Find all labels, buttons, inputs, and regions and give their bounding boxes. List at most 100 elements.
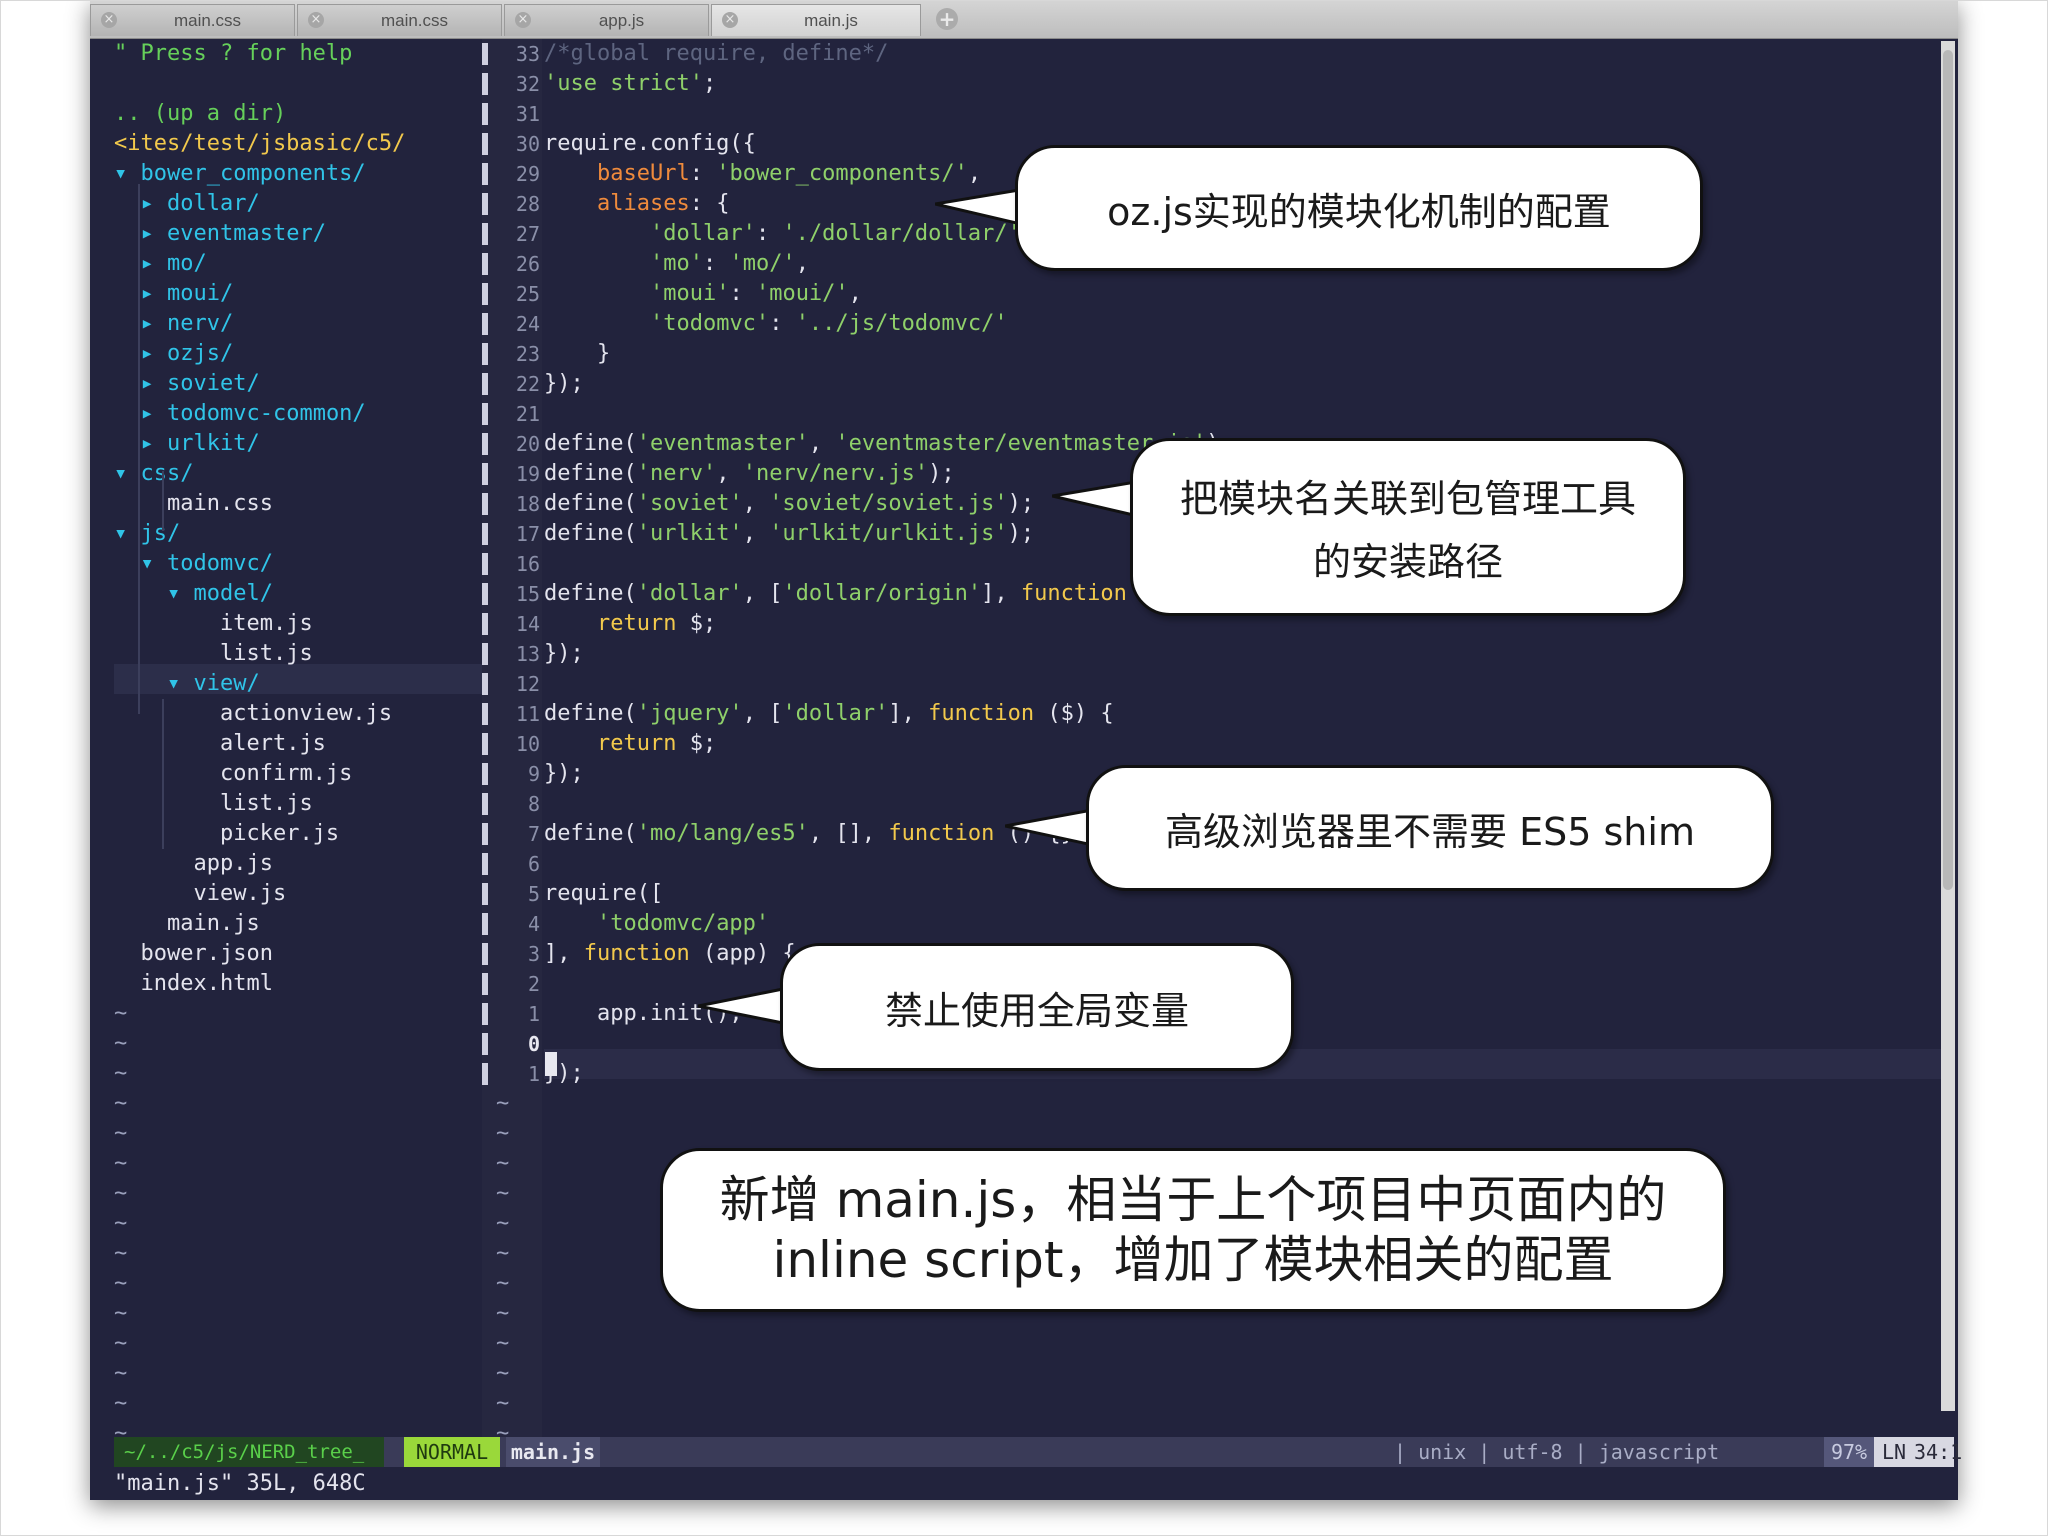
empty-line-marker: ~ xyxy=(496,1391,510,1416)
tree-directory[interactable]: ▾ css/ xyxy=(114,459,193,489)
code-text: : xyxy=(769,311,796,336)
tree-item[interactable]: picker.js xyxy=(114,819,339,849)
code-text: , [ xyxy=(742,701,783,726)
code-line[interactable]: 'todomvc': '../js/todomvc/' xyxy=(544,309,1008,339)
tree-label: actionview.js xyxy=(219,701,393,726)
tree-directory[interactable]: ▸ urlkit/ xyxy=(114,429,260,459)
tree-directory[interactable]: ▸ eventmaster/ xyxy=(114,219,326,249)
code-line[interactable]: require.config({ xyxy=(544,129,756,159)
triangle-right-icon: ▸ xyxy=(140,401,167,426)
triangle-down-icon: ▾ xyxy=(166,581,194,606)
code-line[interactable]: baseUrl: 'bower_components/', xyxy=(544,159,981,189)
line-number: 10 xyxy=(515,732,540,756)
code-line[interactable]: 'use strict'; xyxy=(544,69,716,99)
code-line[interactable]: aliases: { xyxy=(544,189,729,219)
tree-label: app.js xyxy=(193,851,273,876)
close-icon[interactable]: × xyxy=(722,12,738,28)
tab-main-css-2[interactable]: × main.css xyxy=(297,4,502,36)
gutter-marker xyxy=(482,403,488,425)
tree-directory[interactable]: ▸ mo/ xyxy=(114,249,207,279)
tree-item[interactable]: confirm.js xyxy=(114,759,352,789)
line-number: 1 xyxy=(527,1002,540,1026)
tree-item[interactable]: main.js xyxy=(114,909,260,939)
file-name: main.js xyxy=(506,1437,600,1467)
tab-main-js[interactable]: × main.js xyxy=(711,4,921,36)
code-line[interactable]: define('urlkit', 'urlkit/urlkit.js'); xyxy=(544,519,1034,549)
line-number: 8 xyxy=(527,792,540,816)
tree-directory[interactable]: ▸ soviet/ xyxy=(114,369,260,399)
gutter-marker xyxy=(482,823,488,845)
tab-main-css-1[interactable]: × main.css xyxy=(90,4,295,36)
tree-directory[interactable]: ▸ moui/ xyxy=(114,279,234,309)
code-line[interactable]: define('soviet', 'soviet/soviet.js'); xyxy=(544,489,1034,519)
code-line[interactable]: }); xyxy=(544,639,584,669)
tree-directory[interactable]: <ites/test/jsbasic/c5/ xyxy=(114,129,405,159)
tree-item[interactable]: " Press ? for help xyxy=(114,39,352,69)
close-icon[interactable]: × xyxy=(515,12,531,28)
tree-item[interactable]: index.html xyxy=(114,969,273,999)
tree-item[interactable]: app.js xyxy=(114,849,273,879)
code-comment: /*global require, define*/ xyxy=(544,41,889,66)
line-number: 17 xyxy=(515,522,540,546)
code-line[interactable]: }); xyxy=(544,759,584,789)
tree-label: moui/ xyxy=(167,281,234,306)
empty-line-marker: ~ xyxy=(114,1181,128,1206)
code-string: 'mo' xyxy=(649,251,703,276)
close-icon[interactable]: × xyxy=(308,12,324,28)
gutter-marker xyxy=(482,1003,488,1025)
empty-line-marker: ~ xyxy=(496,1301,510,1326)
code-line[interactable]: 'moui': 'moui/', xyxy=(544,279,862,309)
gutter-marker xyxy=(482,583,488,605)
code-line[interactable]: 'mo': 'mo/', xyxy=(544,249,809,279)
tree-item[interactable]: view.js xyxy=(114,879,286,909)
empty-line-marker: ~ xyxy=(496,1361,510,1386)
tree-item[interactable]: bower.json xyxy=(114,939,273,969)
code-line[interactable]: return $; xyxy=(544,609,716,639)
tree-item[interactable]: actionview.js xyxy=(114,699,392,729)
code-line[interactable]: define('dollar', ['dollar/origin'], func… xyxy=(544,579,1206,609)
tree-item[interactable]: list.js xyxy=(114,639,313,669)
code-line[interactable]: define('jquery', ['dollar'], function ($… xyxy=(544,699,1114,729)
code-line[interactable]: /*global require, define*/ xyxy=(544,39,888,69)
nerd-tree-panel[interactable]: " Press ? for help .. (up a dir) <ites/tes… xyxy=(114,39,482,1446)
tree-item[interactable]: alert.js xyxy=(114,729,326,759)
code-line[interactable]: return $; xyxy=(544,729,716,759)
code-line[interactable]: } xyxy=(544,339,610,369)
gutter-marker xyxy=(482,133,488,155)
tree-directory[interactable]: ▾ bower_components/ xyxy=(114,159,366,189)
line-number: 14 xyxy=(515,612,540,636)
code-keyword: function xyxy=(888,821,995,846)
close-icon[interactable]: × xyxy=(101,12,117,28)
tree-directory[interactable]: ▸ ozjs/ xyxy=(114,339,234,369)
tree-label: eventmaster/ xyxy=(167,221,326,246)
gutter-marker xyxy=(482,973,488,995)
tree-directory[interactable]: ▾ js/ xyxy=(114,519,180,549)
line-number: 12 xyxy=(515,672,540,696)
code-line[interactable]: 'todomvc/app' xyxy=(544,909,769,939)
tree-directory[interactable]: ▸ nerv/ xyxy=(114,309,234,339)
code-line[interactable]: define('nerv', 'nerv/nerv.js'); xyxy=(544,459,955,489)
plus-icon[interactable]: + xyxy=(936,8,958,30)
tree-directory[interactable]: ▸ dollar/ xyxy=(114,189,260,219)
code-line[interactable]: }); xyxy=(544,369,584,399)
code-line[interactable]: ], function (app) { xyxy=(544,939,796,969)
code-line[interactable]: require([ xyxy=(544,879,663,909)
code-keyword: function xyxy=(928,701,1035,726)
tree-item[interactable]: .. (up a dir) xyxy=(114,99,286,129)
tree-label: model/ xyxy=(193,581,273,606)
code-line[interactable]: define('eventmaster', 'eventmaster/event… xyxy=(544,429,1233,459)
tree-directory[interactable]: ▾ view/ xyxy=(114,669,260,699)
callout-text: 禁止使用全局变量 xyxy=(884,988,1189,1033)
code-string: 'use strict' xyxy=(544,71,703,96)
gutter-marker xyxy=(482,1033,488,1055)
tree-directory[interactable]: ▸ todomvc-common/ xyxy=(114,399,366,429)
tree-item[interactable]: item.js xyxy=(114,609,313,639)
scrollbar-thumb[interactable] xyxy=(1943,50,1953,890)
tab-app-js[interactable]: × app.js xyxy=(504,4,709,36)
tree-item[interactable]: list.js xyxy=(114,789,313,819)
